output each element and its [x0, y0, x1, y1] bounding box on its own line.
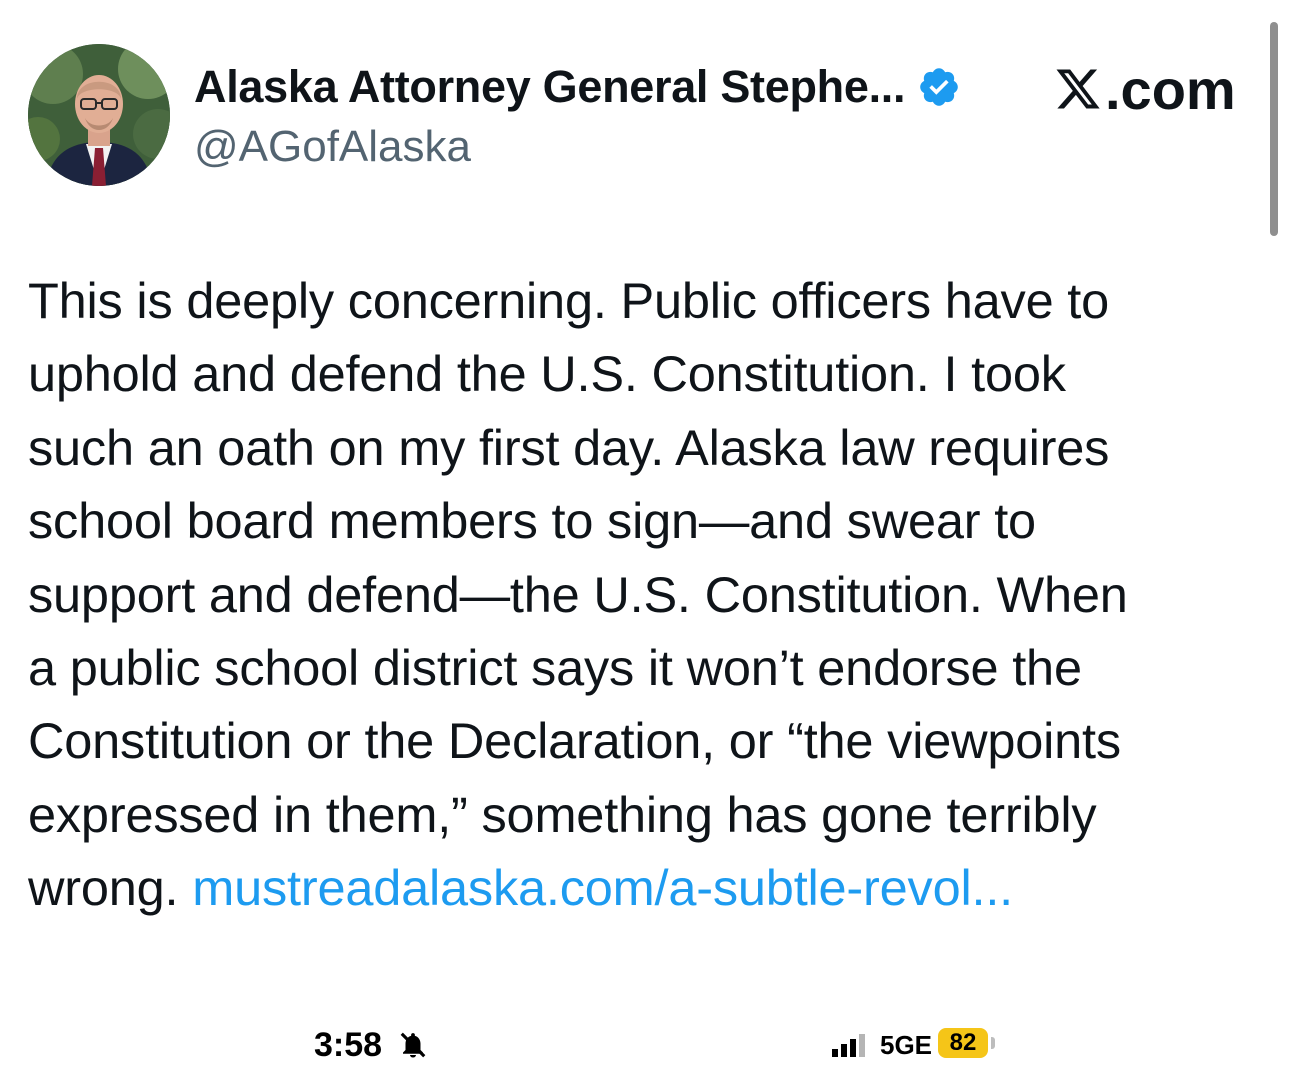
tweet-link[interactable]: mustreadalaska.com/a-subtle-revol...: [192, 859, 1013, 916]
network-type: 5GE: [880, 1030, 933, 1060]
brand-domain: .com: [1105, 57, 1236, 121]
scrollbar[interactable]: [1270, 22, 1278, 236]
tweet-line: uphold and defend the U.S. Constitution.…: [28, 345, 1066, 403]
bell-slash-icon: [400, 1032, 426, 1058]
x-brand[interactable]: .com: [1053, 57, 1236, 121]
avatar[interactable]: [28, 44, 170, 186]
tweet-line: Constitution or the Declaration, or “the…: [28, 712, 1121, 770]
tweet-header: Alaska Attorney General Stephe... @AGofA…: [28, 44, 1243, 188]
tweet-last-line: wrong. mustreadalaska.com/a-subtle-revol…: [28, 851, 1258, 924]
battery-tip: [991, 1037, 995, 1049]
tweet-line: school board members to sign—and swear t…: [28, 492, 1036, 550]
tweet-line: support and defend—the U.S. Constitution…: [28, 565, 1128, 623]
display-name[interactable]: Alaska Attorney General Stephe...: [194, 61, 905, 113]
display-name-row: Alaska Attorney General Stephe...: [194, 56, 961, 118]
x-logo-icon: [1056, 69, 1100, 109]
tweet-line: a public school district says it won’t e…: [28, 639, 1082, 697]
tweet-text: This is deeply concerning. Public office…: [28, 264, 1258, 925]
tweet-line: wrong.: [28, 859, 193, 917]
tweet-line: This is deeply concerning. Public office…: [28, 272, 1110, 329]
status-bar: 3:58 5GE 82: [0, 1018, 1290, 1064]
tweet-line: such an oath on my first day. Alaska law…: [28, 418, 1110, 476]
status-time: 3:58: [314, 1026, 383, 1064]
verified-badge-icon: [920, 68, 958, 106]
author-names: Alaska Attorney General Stephe... @AGofA…: [194, 56, 961, 172]
signal-strength-icon: [832, 1033, 865, 1057]
avatar-photo: [28, 44, 170, 186]
tweet-line: expressed in them,” something has gone t…: [28, 785, 1097, 843]
battery-level: 82: [938, 1028, 988, 1058]
handle[interactable]: @AGofAlaska: [194, 122, 961, 172]
